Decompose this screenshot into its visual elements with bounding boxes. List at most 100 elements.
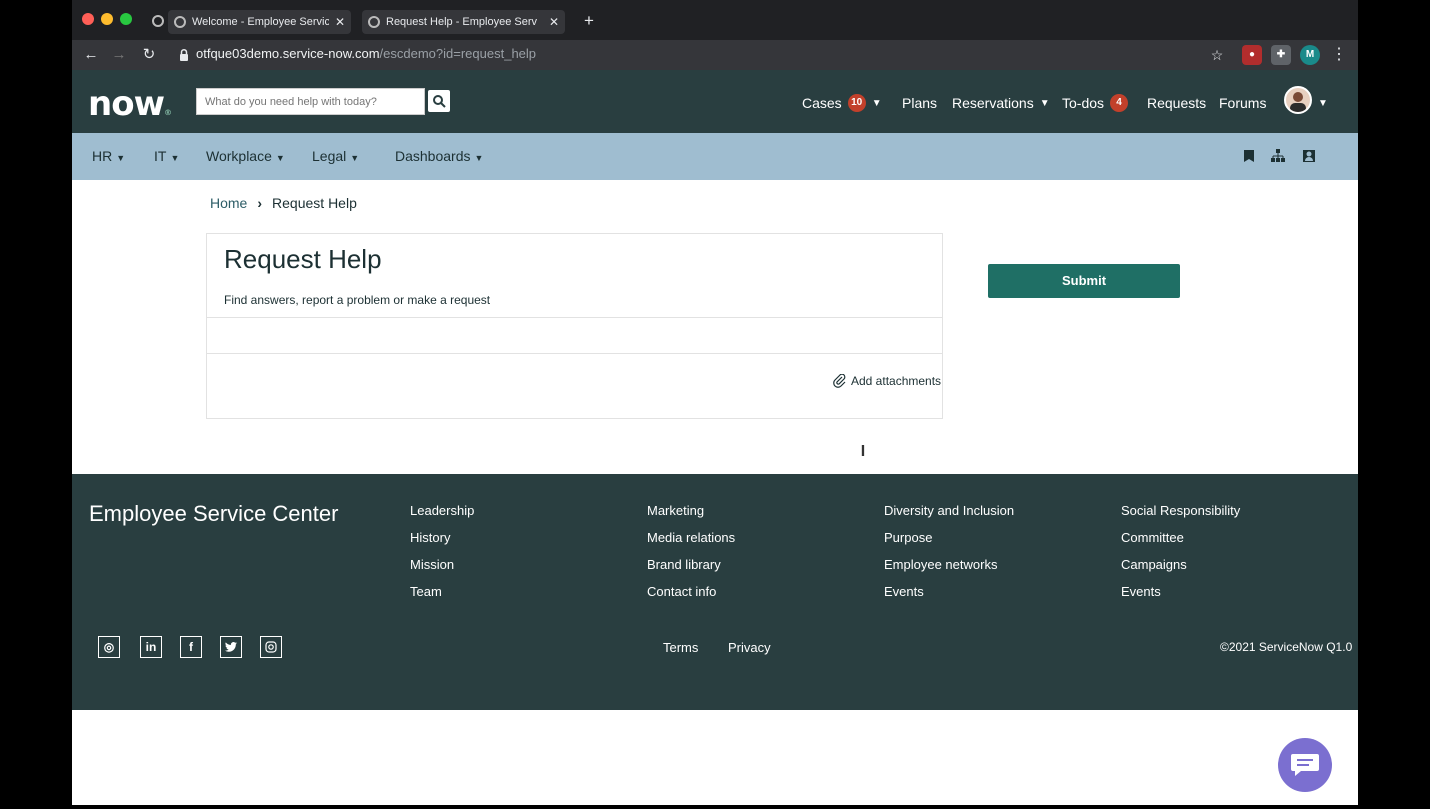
nav-reservations[interactable]: Reservations ▼ [952,92,1050,114]
close-tab-icon[interactable]: ✕ [549,15,559,29]
linkedin-icon[interactable]: in [140,636,162,658]
menu-label: Workplace [206,148,272,164]
footer-link[interactable]: History [410,529,474,556]
close-tab-icon[interactable]: ✕ [335,15,345,29]
instagram-camera-icon [265,641,277,653]
breadcrumb-home-link[interactable]: Home [210,195,247,211]
chevron-down-icon: ▼ [474,153,484,163]
footer-column-marketing: Marketing Media relations Brand library … [647,502,735,610]
text-cursor-icon: I [860,443,866,460]
nav-plans[interactable]: Plans [902,92,937,114]
menu-item-dashboards[interactable]: Dashboards ▼ [395,148,483,164]
browser-window: Welcome - Employee Service C ✕ Request H… [72,0,1358,805]
nav-cases[interactable]: Cases 10 ▼ [802,92,882,114]
footer-brand: Employee Service Center [89,501,339,526]
footer-link[interactable]: Events [1121,583,1240,610]
divider [207,353,942,354]
footer-link[interactable]: Team [410,583,474,610]
profile-icon[interactable]: M [1300,45,1320,65]
footer-link[interactable]: Purpose [884,529,1014,556]
new-tab-icon[interactable]: + [580,12,598,30]
logo-text: now [88,84,165,124]
menu-label: IT [154,148,167,164]
terms-link[interactable]: Terms [663,640,698,655]
menu-item-workplace[interactable]: Workplace ▼ [206,148,285,164]
menu-item-it[interactable]: IT ▼ [154,148,179,164]
instagram-icon[interactable] [260,636,282,658]
chat-bubble-icon [1291,754,1319,776]
add-attachments-label: Add attachments [851,374,942,388]
tab-bar: Welcome - Employee Service C ✕ Request H… [72,0,1358,40]
servicenow-social-icon[interactable]: ◎ [98,636,120,658]
avatar[interactable] [1284,86,1312,114]
nav-requests[interactable]: Requests [1147,92,1206,114]
facebook-icon[interactable]: f [180,636,202,658]
submit-button[interactable]: Submit [988,264,1180,298]
tab-welcome[interactable]: Welcome - Employee Service C ✕ [168,10,351,34]
twitter-icon[interactable] [220,636,242,658]
reload-icon[interactable]: ↻ [138,44,160,66]
servicenow-logo[interactable]: now® [88,84,172,124]
footer-link[interactable]: Mission [410,556,474,583]
nav-cases-label: Cases [802,95,842,111]
nav-reservations-label: Reservations [952,95,1034,111]
pinned-tab[interactable] [150,10,166,32]
copyright-text: ©2021 ServiceNow Q1.0 [1220,640,1353,654]
servicenow-favicon-icon [368,16,380,28]
footer-link[interactable]: Media relations [647,529,735,556]
menu-item-hr[interactable]: HR ▼ [92,148,125,164]
footer-link[interactable]: Committee [1121,529,1240,556]
cases-count-badge: 10 [847,94,866,112]
back-arrow-icon[interactable]: ← [80,44,102,66]
tab-title: Request Help - Employee Serv [386,16,538,28]
category-menu-bar: HR ▼ IT ▼ Workplace ▼ Legal ▼ Dashboards ▼ [72,133,1358,180]
add-attachments-button[interactable]: Add attachments [833,374,941,388]
footer-link[interactable]: Social Responsibility [1121,502,1240,529]
footer-link[interactable]: Campaigns [1121,556,1240,583]
forward-arrow-icon[interactable]: → [108,44,130,66]
chevron-down-icon: ▼ [116,153,126,163]
menu-label: Dashboards [395,148,471,164]
puzzle-icon[interactable]: ✚ [1271,45,1291,65]
address-bar: ← → ↻ otfque03demo.service-now.com/escde… [72,40,1358,70]
footer-link[interactable]: Marketing [647,502,735,529]
menu-item-legal[interactable]: Legal ▼ [312,148,359,164]
nav-todos[interactable]: To-dos 4 [1062,92,1129,114]
search-icon [433,95,446,108]
user-profile-icon[interactable] [1302,149,1316,163]
chat-bot-button[interactable] [1278,738,1332,792]
zoom-window-button[interactable] [120,13,132,25]
footer-column-social-responsibility: Social Responsibility Committee Campaign… [1121,502,1240,610]
footer-link[interactable]: Contact info [647,583,735,610]
close-window-button[interactable] [82,13,94,25]
portal-header: now® Cases 10 ▼ Plans Reservations ▼ To-… [72,70,1358,133]
user-menu-chevron-down-icon[interactable]: ▼ [1318,92,1328,114]
tab-request-help[interactable]: Request Help - Employee Serv ✕ [362,10,565,34]
url-field[interactable]: otfque03demo.service-now.com/escdemo?id=… [196,46,536,61]
chevron-down-icon: ▼ [170,153,180,163]
footer: Employee Service Center Leadership Histo… [72,474,1358,710]
footer-link[interactable]: Brand library [647,556,735,583]
bookmark-star-icon[interactable]: ☆ [1206,44,1228,66]
page-title: Request Help [224,244,382,274]
footer-link[interactable]: Employee networks [884,556,1014,583]
bookmark-icon[interactable] [1242,149,1256,163]
nav-todos-label: To-dos [1062,95,1105,111]
footer-link[interactable]: Diversity and Inclusion [884,502,1014,529]
footer-column-company: Leadership History Mission Team [410,502,474,610]
search-button[interactable] [428,90,450,112]
minimize-window-button[interactable] [101,13,113,25]
org-chart-icon[interactable] [1271,149,1285,163]
footer-link[interactable]: Leadership [410,502,474,529]
request-form-card: Request Help Find answers, report a prob… [206,233,943,419]
footer-link[interactable]: Events [884,583,1014,610]
ublock-icon[interactable]: ● [1242,45,1262,65]
more-menu-icon[interactable]: ⋮ [1328,44,1350,66]
privacy-link[interactable]: Privacy [728,640,771,655]
nav-forums[interactable]: Forums [1219,92,1266,114]
search-input[interactable] [197,89,419,114]
chevron-down-icon: ▼ [1039,97,1050,109]
servicenow-favicon-icon [174,16,186,28]
footer-column-diversity: Diversity and Inclusion Purpose Employee… [884,502,1014,610]
chevron-down-icon: ▼ [275,153,285,163]
